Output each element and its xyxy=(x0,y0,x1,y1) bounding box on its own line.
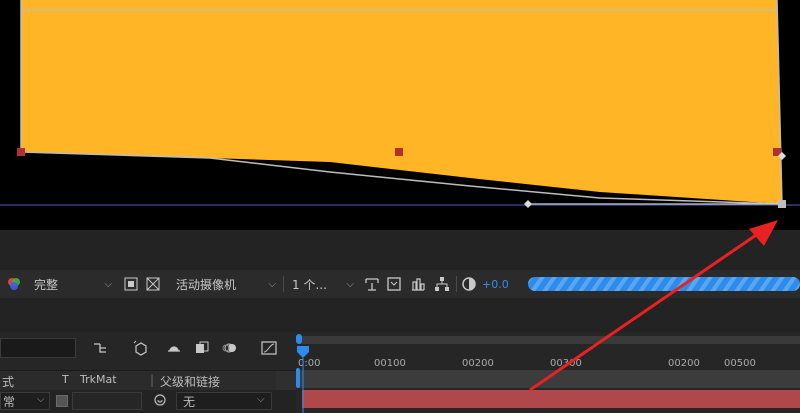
frame-blending-icon xyxy=(196,341,209,353)
ruler-label: 00200 xyxy=(668,358,700,369)
track-header-row xyxy=(298,370,800,388)
parent-pick-whip[interactable] xyxy=(153,393,167,410)
viewer-bottom-gap xyxy=(0,230,800,270)
parent-value: 无 xyxy=(183,395,196,409)
layer-row[interactable]: 常 ⌵ 无 ⌵ xyxy=(0,390,296,413)
ruler-label: 00100 xyxy=(374,358,406,369)
reset-exposure-button[interactable] xyxy=(461,270,477,298)
work-area-bar[interactable] xyxy=(298,336,800,344)
blend-mode-value: 常 xyxy=(3,395,16,409)
layer-controls: 式 T TrkMat | 父级和链接 常 ⌵ 无 ⌵ xyxy=(0,332,296,413)
pixel-aspect-icon xyxy=(365,278,379,291)
playhead[interactable] xyxy=(296,346,310,413)
exposure-value[interactable]: +0.0 xyxy=(482,270,509,298)
resolution-value: 完整 xyxy=(34,277,59,292)
parent-dropdown[interactable]: 无 ⌵ xyxy=(176,392,272,410)
motion-blur-icon xyxy=(222,343,236,353)
vertex-point[interactable] xyxy=(395,148,403,156)
region-icon xyxy=(124,277,138,291)
chevron-down-icon: ⌵ xyxy=(268,278,276,290)
ruler-label: 00500 xyxy=(724,358,756,369)
work-area-start-handle[interactable] xyxy=(296,334,302,344)
frame-blending-button[interactable] xyxy=(194,340,210,359)
timeline-track-area[interactable]: 0:00 00100 00200 00300 00200 00500 xyxy=(296,332,800,413)
exposure-icon xyxy=(462,277,476,291)
transparency-grid-button[interactable] xyxy=(146,270,160,298)
transparency-grid-icon xyxy=(146,277,160,291)
graph-editor-button[interactable] xyxy=(260,340,278,359)
layer-duration-bar[interactable] xyxy=(302,390,800,408)
viewer-canvas[interactable] xyxy=(0,0,800,230)
timeline-icon xyxy=(412,278,425,291)
panel-gap xyxy=(0,298,800,332)
fast-preview-icon xyxy=(387,277,401,291)
timeline-toggle-button[interactable] xyxy=(410,270,426,298)
bezier-handle[interactable] xyxy=(524,200,532,208)
blend-mode-dropdown[interactable]: 常 ⌵ xyxy=(0,392,50,410)
flowchart-icon xyxy=(435,277,449,291)
resolution-dropdown[interactable]: 完整 ⌵ xyxy=(26,270,118,298)
progress-stripes xyxy=(528,277,800,291)
parent-column-label[interactable]: 父级和链接 xyxy=(160,373,220,390)
draft-3d-icon xyxy=(133,340,147,356)
flowchart-icon xyxy=(94,343,106,353)
flowchart-button[interactable] xyxy=(434,270,450,298)
vertex-point[interactable] xyxy=(17,148,25,156)
views-value: 1 个... xyxy=(292,277,327,292)
region-of-interest-button[interactable] xyxy=(124,270,138,298)
pick-whip-icon xyxy=(154,394,166,406)
divider xyxy=(283,276,284,292)
ruler-label: 00300 xyxy=(550,358,582,369)
render-progress-bar xyxy=(528,270,800,298)
camera-value: 活动摄像机 xyxy=(176,277,237,292)
divider xyxy=(456,276,457,292)
draft-3d-button[interactable] xyxy=(132,340,150,359)
column-spacer xyxy=(276,371,296,391)
viewer-toolbar: 完整 ⌵ 活动摄像机 ⌵ 1 个... ⌵ +0.0 xyxy=(0,270,800,298)
selected-vertex[interactable] xyxy=(778,200,786,208)
rgb-channels-icon xyxy=(8,278,20,290)
chevron-down-icon: ⌵ xyxy=(104,278,112,290)
composition-viewer[interactable] xyxy=(0,0,800,230)
column-divider: | xyxy=(150,373,155,387)
views-dropdown[interactable]: 1 个... ⌵ xyxy=(288,270,356,298)
chevron-down-icon: ⌵ xyxy=(346,278,354,290)
layer-column-header: 式 T TrkMat | 父级和链接 xyxy=(0,370,296,392)
ruler-label: 00200 xyxy=(462,358,494,369)
t-column-label[interactable]: T xyxy=(62,373,69,386)
toggle-pixel-aspect-button[interactable] xyxy=(364,270,380,298)
motion-blur-button[interactable] xyxy=(222,340,238,359)
graph-editor-icon xyxy=(261,341,277,355)
trkmat-dropdown[interactable] xyxy=(72,392,142,410)
trkmat-column-label[interactable]: TrkMat xyxy=(80,373,117,386)
shy-icon xyxy=(168,346,180,352)
chevron-down-icon: ⌵ xyxy=(37,394,45,405)
chevron-down-icon: ⌵ xyxy=(257,394,265,405)
camera-dropdown[interactable]: 活动摄像机 ⌵ xyxy=(170,270,280,298)
fast-preview-button[interactable] xyxy=(386,270,402,298)
composition-flowchart-button[interactable] xyxy=(92,340,108,359)
shy-layers-button[interactable] xyxy=(166,340,182,359)
timeline-panel: 式 T TrkMat | 父级和链接 常 ⌵ 无 ⌵ 0:00 00100 00… xyxy=(0,332,800,413)
time-ruler[interactable]: 0:00 00100 00200 00300 00200 00500 xyxy=(296,344,800,369)
shape-layer[interactable] xyxy=(21,0,782,204)
color-channel-button[interactable] xyxy=(6,270,22,298)
layer-search-input[interactable] xyxy=(0,338,76,358)
preserve-transparency-checkbox[interactable] xyxy=(56,395,68,407)
mode-column-label[interactable]: 式 xyxy=(2,373,14,390)
